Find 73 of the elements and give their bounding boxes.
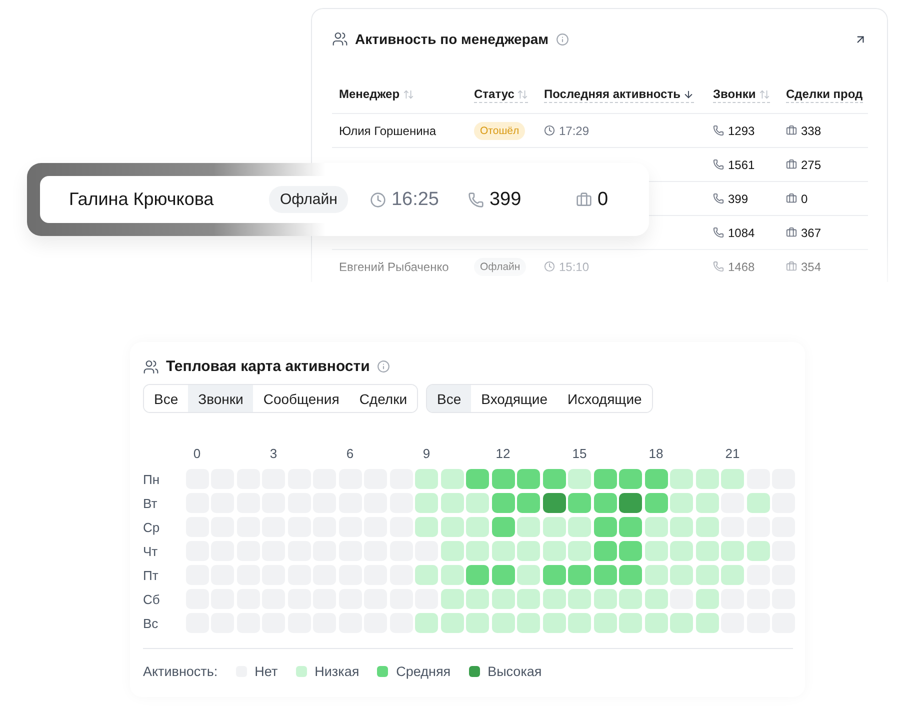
- briefcase-icon: [786, 227, 797, 238]
- column-header[interactable]: Менеджер: [339, 87, 414, 103]
- phone-icon: [468, 192, 484, 208]
- column-header[interactable]: Последняя активность: [544, 87, 694, 103]
- phone-icon: [713, 193, 724, 204]
- filter-tab[interactable]: Все: [427, 385, 472, 412]
- users-icon: [143, 358, 159, 374]
- card-title: Активность по менеджерам: [355, 31, 549, 47]
- briefcase-icon: [786, 159, 797, 170]
- hour-label: 0: [193, 446, 201, 461]
- legend-item: Нет: [254, 664, 278, 679]
- phone-icon: [713, 227, 724, 238]
- calls-count: 1293: [713, 124, 755, 138]
- info-icon: [376, 360, 390, 373]
- legend-label: Активность:: [143, 664, 218, 679]
- manager-name: Галина Крючкова: [69, 189, 215, 210]
- users-icon: [332, 31, 348, 47]
- hour-label: 9: [422, 446, 430, 461]
- hour-label: 15: [572, 446, 587, 461]
- calls-count: 1561: [713, 158, 755, 172]
- day-label: Пт: [143, 568, 160, 582]
- clock-icon: [544, 261, 555, 272]
- calls-count: 399: [713, 192, 748, 206]
- day-label: Вт: [143, 496, 158, 510]
- legend-item: Низкая: [314, 664, 360, 679]
- column-header[interactable]: Сделки прод: [786, 87, 863, 103]
- phone-icon: [713, 261, 724, 272]
- briefcase-icon: [786, 261, 797, 272]
- day-label: Сб: [143, 592, 161, 606]
- column-header[interactable]: Звонки: [713, 87, 770, 103]
- hour-label: 3: [270, 446, 278, 461]
- manager-name: Евгений Рыбаченко: [339, 260, 449, 274]
- card-title: Тепловая карта активности: [166, 358, 370, 375]
- legend-item: Высокая: [488, 664, 542, 679]
- info-icon: [556, 32, 569, 46]
- calls-count: 1468: [713, 260, 755, 274]
- clock-icon: [544, 125, 555, 136]
- hour-label: 12: [496, 446, 510, 461]
- last-activity: 15:10: [544, 260, 590, 274]
- sort-icon: [758, 88, 770, 100]
- deals-count: 0: [576, 188, 636, 210]
- calls-count: 399: [468, 188, 576, 210]
- hour-label: 6: [346, 446, 354, 461]
- day-label: Пн: [143, 472, 161, 486]
- sort-icon: [517, 88, 528, 100]
- deals-count: 275: [786, 158, 822, 172]
- calls-count: 1084: [713, 226, 755, 240]
- sort-icon: [402, 88, 414, 100]
- deals-count: 367: [786, 226, 822, 240]
- status-badge: Офлайн: [269, 186, 348, 213]
- sort-down-icon: [683, 88, 694, 100]
- last-activity: 17:29: [544, 124, 590, 138]
- deals-count: 354: [786, 260, 822, 274]
- day-label: Чт: [143, 544, 159, 558]
- day-label: Вс: [143, 616, 160, 630]
- deals-count: 0: [786, 192, 808, 206]
- phone-icon: [713, 159, 724, 170]
- briefcase-icon: [786, 193, 797, 204]
- hour-label: 21: [725, 446, 740, 461]
- status-badge: Отошёл: [474, 122, 526, 140]
- deals-count: 338: [786, 124, 822, 138]
- column-header[interactable]: Статус: [474, 87, 528, 103]
- day-label: Ср: [143, 520, 161, 534]
- legend-item: Средняя: [396, 664, 451, 679]
- briefcase-icon: [786, 125, 797, 136]
- last-activity: 16:25: [370, 188, 468, 210]
- status-badge: Офлайн: [474, 258, 526, 276]
- filter-tab[interactable]: Звонки: [188, 385, 254, 412]
- briefcase-icon: [576, 192, 592, 208]
- hour-label: 18: [648, 446, 664, 461]
- manager-name: Юлия Горшенина: [339, 124, 436, 138]
- phone-icon: [713, 125, 724, 136]
- clock-icon: [370, 192, 386, 208]
